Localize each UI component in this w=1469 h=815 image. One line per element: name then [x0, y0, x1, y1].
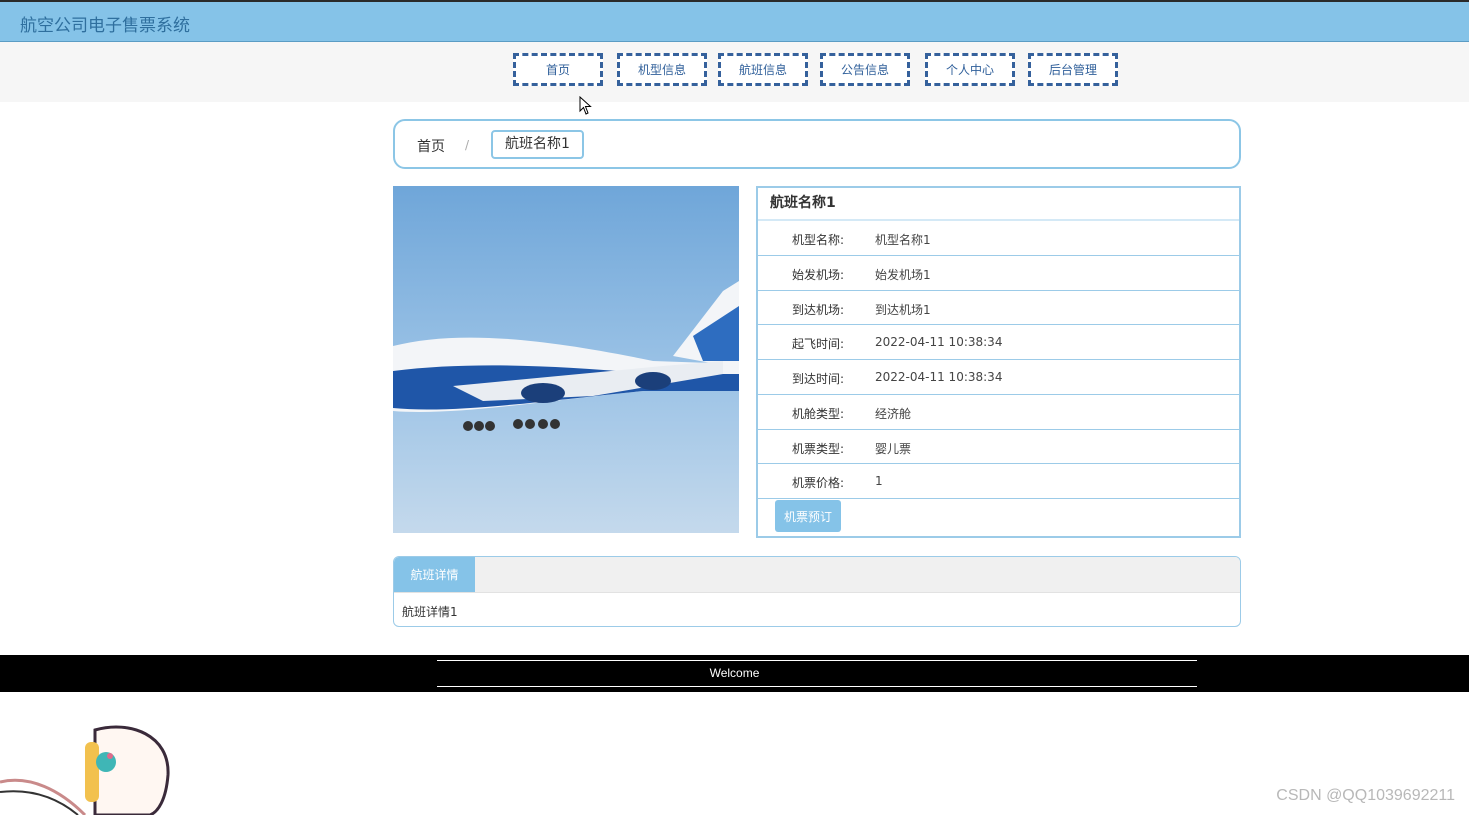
info-row-departure-airport: 始发机场: 始发机场1 — [758, 256, 1239, 291]
info-row-arrival-time: 到达时间: 2022-04-11 10:38:34 — [758, 360, 1239, 395]
field-value: 到达机场1 — [875, 302, 931, 317]
nav-item-aircraft-info[interactable]: 机型信息 — [617, 53, 707, 86]
info-row-arrival-airport: 到达机场: 到达机场1 — [758, 291, 1239, 326]
field-label: 始发机场: — [791, 267, 844, 282]
info-row-ticket-type: 机票类型: 婴儿票 — [758, 430, 1239, 465]
nav-item-personal-center[interactable]: 个人中心 — [925, 53, 1015, 86]
field-value: 始发机场1 — [875, 267, 931, 282]
main-nav: 首页 机型信息 航班信息 公告信息 个人中心 后台管理 — [0, 42, 1469, 102]
breadcrumb-home-link[interactable]: 首页 — [417, 136, 445, 156]
field-value: 2022-04-11 10:38:34 — [875, 335, 1003, 350]
flight-name-heading: 航班名称1 — [758, 188, 1239, 221]
field-label: 机票价格: — [791, 476, 844, 491]
mascot-illustration — [0, 725, 170, 815]
field-value: 机型名称1 — [875, 233, 931, 247]
info-row-aircraft-name: 机型名称: 机型名称1 — [758, 221, 1239, 256]
field-value: 2022-04-11 10:38:34 — [875, 370, 1003, 384]
top-header: 航空公司电子售票系统 — [0, 0, 1469, 42]
tab-flight-details[interactable]: 航班详情 — [394, 557, 475, 592]
field-label: 机型名称: — [791, 233, 844, 247]
field-label: 机舱类型: — [791, 406, 844, 421]
footer: Welcome — [0, 655, 1469, 692]
flight-info-table: 航班名称1 机型名称: 机型名称1 始发机场: 始发机场1 到达机场: 到达机场… — [756, 186, 1241, 538]
breadcrumb-separator: / — [465, 138, 470, 152]
footer-divider-bottom — [437, 686, 1197, 687]
csdn-watermark: CSDN @QQ1039692211 — [1276, 787, 1455, 804]
footer-welcome-text: Welcome — [709, 666, 760, 680]
flight-detail-panel: 航班详情 航班详情1 — [393, 556, 1241, 627]
field-label: 到达时间: — [791, 372, 844, 386]
arrow-cursor-icon — [579, 96, 592, 115]
nav-item-home[interactable]: 首页 — [513, 53, 603, 86]
flight-photo — [393, 186, 739, 533]
info-row-cabin-type: 机舱类型: 经济舱 — [758, 395, 1239, 430]
nav-item-flight-info[interactable]: 航班信息 — [718, 53, 808, 86]
nav-item-announcements[interactable]: 公告信息 — [820, 53, 910, 86]
breadcrumb: 首页 / 航班名称1 — [393, 119, 1241, 169]
detail-tab-bar: 航班详情 — [394, 557, 1240, 593]
field-value: 经济舱 — [875, 406, 912, 421]
field-label: 机票类型: — [791, 441, 844, 456]
field-value: 1 — [875, 474, 883, 489]
field-value: 婴儿票 — [875, 441, 912, 456]
field-label: 起飞时间: — [791, 337, 844, 352]
footer-divider-top — [437, 660, 1197, 661]
field-label: 到达机场: — [791, 302, 844, 317]
info-row-departure-time: 起飞时间: 2022-04-11 10:38:34 — [758, 325, 1239, 360]
info-row-ticket-price: 机票价格: 1 — [758, 464, 1239, 499]
breadcrumb-current: 航班名称1 — [491, 130, 584, 159]
flight-detail-content: 航班详情1 — [402, 605, 458, 619]
book-ticket-button[interactable]: 机票预订 — [775, 500, 841, 532]
nav-item-admin[interactable]: 后台管理 — [1028, 53, 1118, 86]
site-title: 航空公司电子售票系统 — [20, 16, 190, 36]
